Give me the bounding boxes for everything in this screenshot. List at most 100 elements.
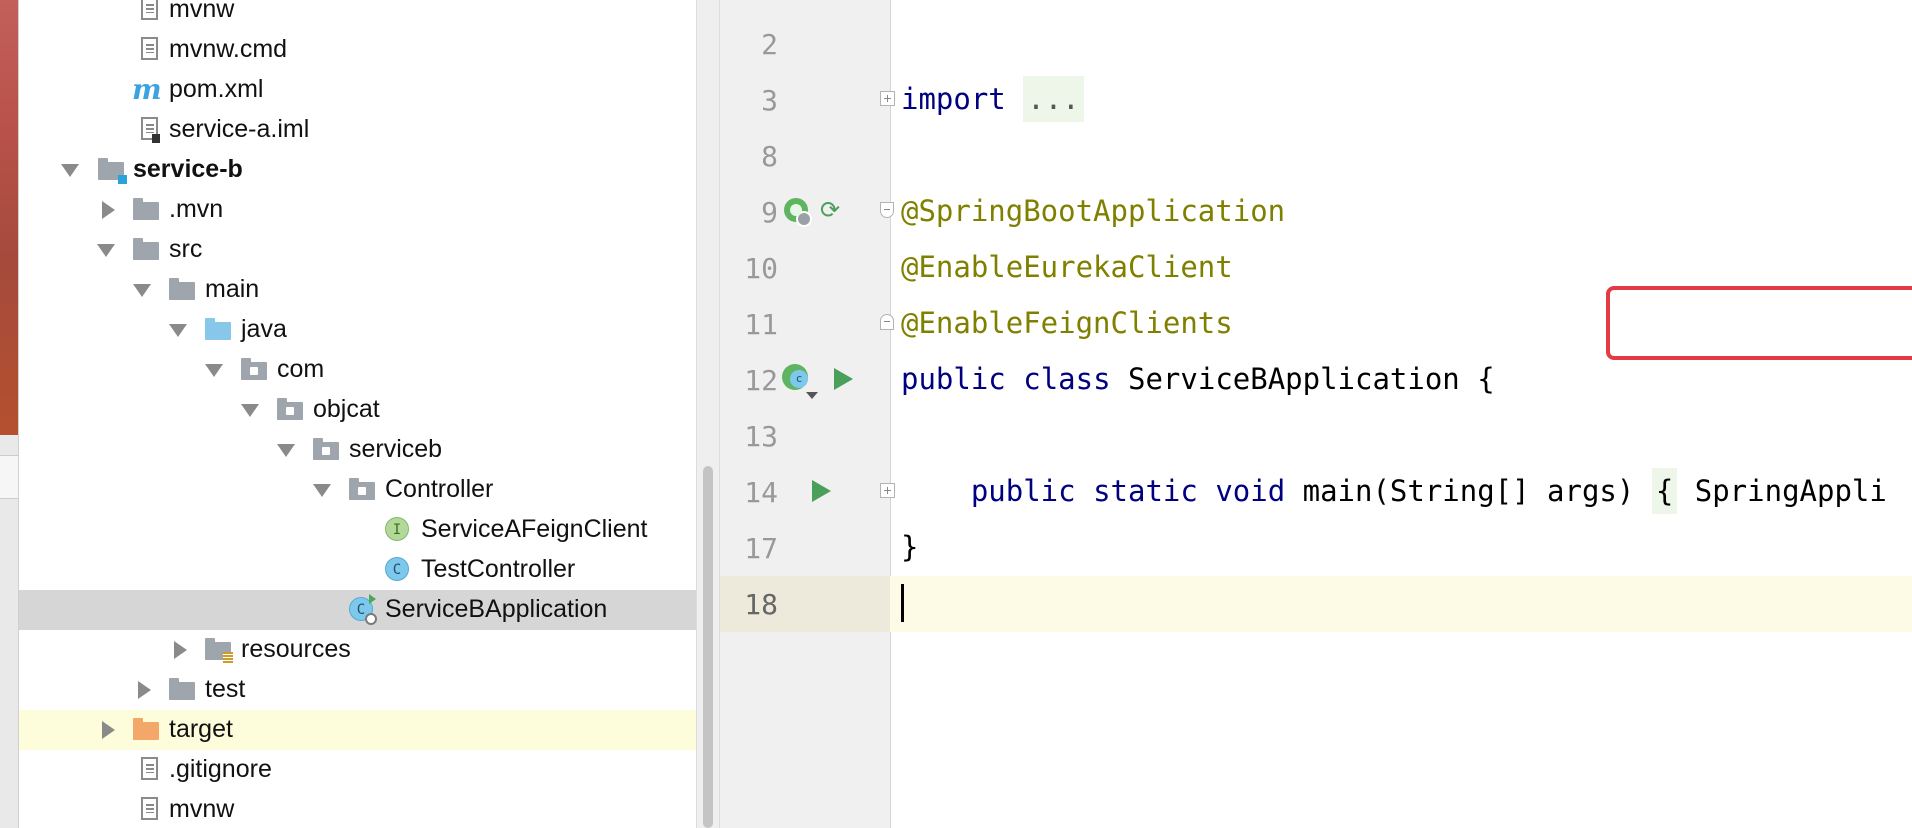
tree-item-label: TestController	[421, 555, 576, 583]
tree-item-label: serviceb	[349, 435, 443, 463]
tree-item-selected[interactable]: C ServiceBApplication	[19, 590, 697, 630]
tree-item[interactable]: target	[19, 710, 697, 750]
code-line: 17 }	[720, 520, 1912, 576]
fold-expand-icon[interactable]	[880, 91, 895, 106]
tree-item[interactable]: C TestController	[19, 550, 697, 590]
spring-config-gutter-icon[interactable]: ⟳	[820, 196, 840, 225]
tree-item[interactable]: serviceb	[19, 430, 697, 470]
run-main-icon[interactable]	[812, 480, 831, 502]
tree-item-label: ServiceBApplication	[385, 595, 608, 623]
code-line: 13	[720, 408, 1912, 464]
code-text: public class ServiceBApplication {	[901, 362, 1495, 396]
current-code-line[interactable]: 18	[720, 576, 1912, 632]
tree-item-label: mvnw	[169, 795, 235, 823]
expand-arrow-icon[interactable]	[169, 324, 187, 337]
highlight-box	[1606, 286, 1912, 360]
expand-arrow-icon[interactable]	[133, 284, 151, 297]
tree-item[interactable]: java	[19, 310, 697, 350]
expand-arrow-icon[interactable]	[97, 244, 115, 257]
tree-item[interactable]: mvnw.cmd	[19, 30, 697, 70]
expand-arrow-icon[interactable]	[61, 164, 79, 177]
collapse-arrow-icon[interactable]	[102, 201, 115, 219]
file-icon	[136, 37, 162, 63]
collapse-arrow-icon[interactable]	[174, 641, 187, 659]
tree-item[interactable]: mvnw	[19, 0, 697, 30]
tree-item[interactable]: Controller	[19, 470, 697, 510]
tree-item-label: resources	[241, 635, 351, 663]
tree-item[interactable]: .gitignore	[19, 750, 697, 790]
line-number: 2	[761, 28, 778, 61]
line-number: 18	[744, 588, 778, 621]
collapse-arrow-icon[interactable]	[102, 721, 115, 739]
folded-method-body[interactable]: {	[1651, 468, 1678, 514]
tree-item-label: main	[205, 275, 260, 303]
tree-item[interactable]: src	[19, 230, 697, 270]
tree-item[interactable]: I ServiceAFeignClient	[19, 510, 697, 550]
code-text: import ...	[901, 76, 1084, 122]
annotation-text: @EnableEurekaClient	[901, 250, 1233, 284]
project-tree[interactable]: mvnw mvnw.cmd m pom.xml service-a.iml se…	[18, 0, 697, 828]
tree-item-label: ServiceAFeignClient	[421, 515, 648, 543]
tree-item[interactable]: m pom.xml	[19, 70, 697, 110]
line-number: 9	[761, 196, 778, 229]
tree-item[interactable]: resources	[19, 630, 697, 670]
tree-item-label: .mvn	[169, 195, 224, 223]
tree-item-label: service-a.iml	[169, 115, 310, 143]
tree-item[interactable]: service-b	[19, 150, 697, 190]
package-icon	[241, 357, 267, 383]
run-class-icon[interactable]	[834, 368, 853, 390]
tree-item-label: .gitignore	[169, 755, 272, 783]
line-number: 12	[744, 364, 778, 397]
expand-arrow-icon[interactable]	[277, 444, 295, 457]
annotation-text: @SpringBootApplication	[901, 194, 1286, 228]
tree-item-label: objcat	[313, 395, 380, 423]
import-keyword: import	[901, 82, 1006, 116]
file-icon	[136, 0, 162, 23]
line-number: 8	[761, 140, 778, 173]
tree-item[interactable]: main	[19, 270, 697, 310]
desktop-wallpaper	[0, 0, 18, 435]
line-number: 11	[744, 308, 778, 341]
expand-arrow-icon[interactable]	[241, 404, 259, 417]
tree-item[interactable]: .mvn	[19, 190, 697, 230]
package-icon	[277, 397, 303, 423]
expand-arrow-icon[interactable]	[205, 364, 223, 377]
tree-item-label: pom.xml	[169, 75, 264, 103]
fold-end-icon[interactable]	[880, 314, 894, 330]
tree-item-label: mvnw.cmd	[169, 35, 288, 63]
tree-item[interactable]: objcat	[19, 390, 697, 430]
code-editor[interactable]: 2 3 import ... 8 9 ⟳ @SpringBootApplicat…	[720, 0, 1912, 828]
source-folder-icon	[205, 317, 231, 343]
resources-folder-icon	[205, 637, 233, 664]
file-icon	[136, 797, 162, 823]
scrollbar-thumb[interactable]	[703, 466, 713, 828]
tree-item[interactable]: service-a.iml	[19, 110, 697, 150]
desktop-background-edge	[0, 0, 18, 828]
expand-arrow-icon[interactable]	[313, 484, 331, 497]
tree-item[interactable]: test	[19, 670, 697, 710]
tree-item-label: mvnw	[169, 0, 235, 23]
interface-icon: I	[385, 517, 411, 543]
tree-item-label: java	[241, 315, 287, 343]
background-window-fragment	[0, 455, 18, 499]
collapse-arrow-icon[interactable]	[138, 681, 151, 699]
spring-class-gutter-icon[interactable]: c	[782, 364, 818, 399]
module-file-icon	[136, 117, 162, 143]
project-tree-scrollbar[interactable]	[696, 0, 720, 828]
line-number: 14	[744, 476, 778, 509]
module-folder-icon	[98, 157, 127, 184]
folder-icon	[169, 677, 195, 703]
annotation-text: @EnableFeignClients	[901, 306, 1233, 340]
tree-item-label: src	[169, 235, 203, 263]
tree-item[interactable]: mvnw	[19, 790, 697, 828]
folded-imports[interactable]: ...	[1023, 76, 1084, 122]
spring-app-class-icon: C	[349, 594, 377, 625]
tree-item[interactable]: com	[19, 350, 697, 390]
code-line: 12 c public class ServiceBApplication {	[720, 352, 1912, 408]
folder-icon	[133, 237, 159, 263]
tree-item-label: target	[169, 715, 233, 743]
fold-collapse-icon[interactable]	[880, 202, 894, 218]
spring-bean-gutter-icon[interactable]	[784, 198, 812, 227]
fold-expand-icon[interactable]	[880, 483, 895, 498]
code-line: 2	[720, 16, 1912, 72]
